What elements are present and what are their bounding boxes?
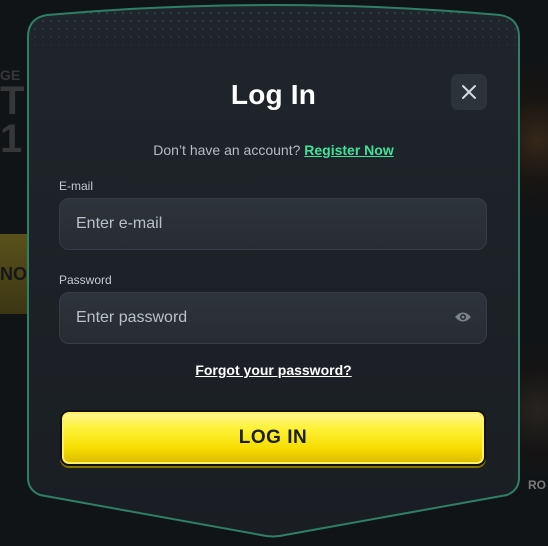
background-right-label: RO [528,478,546,492]
eye-icon[interactable] [454,310,472,324]
close-button[interactable] [451,74,487,110]
register-link[interactable]: Register Now [304,142,393,158]
close-icon [462,85,476,99]
modal-title: Log In [230,79,317,110]
forgot-password-link[interactable]: Forgot your password? [25,362,522,378]
login-modal: Log In Don’t have an account? Register N… [25,3,522,539]
register-prompt: Don’t have an account? [153,142,301,158]
password-label: Password [59,273,112,287]
password-field[interactable]: Enter password [59,292,487,344]
password-placeholder: Enter password [76,309,188,326]
email-placeholder: Enter e-mail [76,215,163,232]
email-field[interactable]: Enter e-mail [59,198,487,250]
email-label: E-mail [59,179,94,193]
login-button[interactable]: LOG IN [60,410,486,466]
register-prompt-line: Don’t have an account? Register Now [25,142,522,158]
